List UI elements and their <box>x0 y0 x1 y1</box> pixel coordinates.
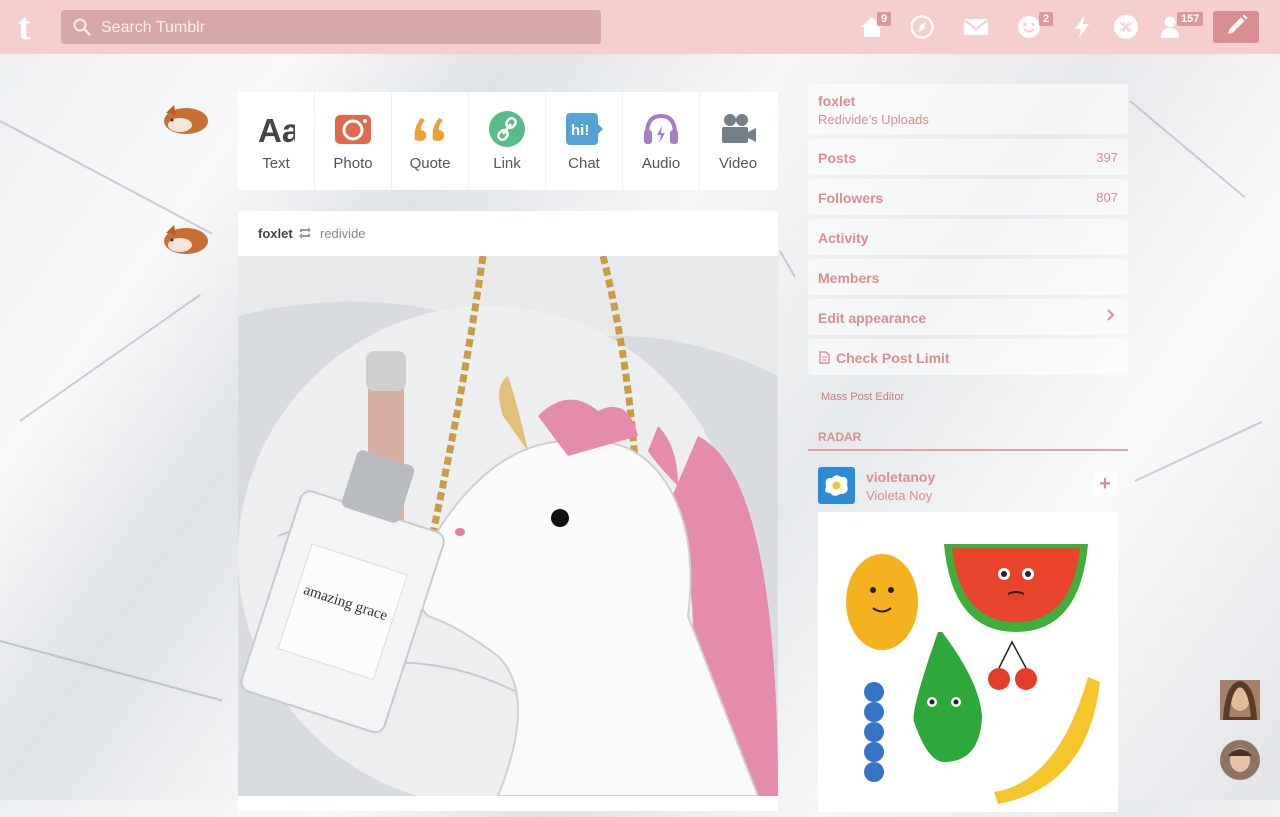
reblogged-from-link[interactable]: redivide <box>320 226 366 241</box>
sidebar-item-members[interactable]: Members <box>808 259 1128 295</box>
sidebar-item-activity[interactable]: Activity <box>808 219 1128 255</box>
dashboard-badge: 9 <box>877 12 892 26</box>
chat-post-button[interactable]: hi! Chat <box>546 92 623 190</box>
radar-avatar[interactable] <box>818 467 855 504</box>
marble-vein <box>779 250 796 278</box>
marble-vein <box>0 640 223 702</box>
post-username[interactable]: foxlet <box>258 226 293 241</box>
radar-username[interactable]: violetanoy <box>866 469 935 485</box>
compass-icon[interactable] <box>908 14 936 40</box>
search-input[interactable] <box>99 10 583 46</box>
post-type-composer: Aa Text Photo Quote Link hi! Chat Audio … <box>238 92 778 190</box>
document-icon <box>819 351 830 364</box>
photo-post-label: Photo <box>333 155 373 172</box>
blog-name: foxlet <box>818 93 856 109</box>
blog-avatar[interactable] <box>158 101 210 137</box>
blog-header-card[interactable]: foxlet Redivide's Uploads <box>808 84 1128 134</box>
sidebar-item-edit-appearance[interactable]: Edit appearance <box>808 299 1128 335</box>
sidebar-item-posts[interactable]: Posts 397 <box>808 139 1128 175</box>
egg-icon <box>825 475 848 496</box>
chat-icon: hi! <box>566 113 603 145</box>
video-post-button[interactable]: Video <box>700 92 776 190</box>
xkit-icon[interactable] <box>1112 14 1140 40</box>
post-photo[interactable]: amazing grace <box>238 255 778 806</box>
posts-count: 397 <box>1096 150 1118 165</box>
link-post-button[interactable]: Link <box>469 92 546 190</box>
post-author-avatar[interactable] <box>158 221 210 257</box>
mass-post-editor-link[interactable]: Mass Post Editor <box>821 391 904 403</box>
marble-vein <box>1129 100 1246 199</box>
svg-text:Aa: Aa <box>258 112 295 148</box>
video-post-label: Video <box>718 155 758 172</box>
link-icon <box>489 111 525 147</box>
activity-badge: 2 <box>1039 12 1054 26</box>
sidebar-item-followers[interactable]: Followers 807 <box>808 179 1128 215</box>
marble-vein <box>1134 420 1263 482</box>
user-photo-avatar <box>1220 680 1260 723</box>
compose-button[interactable] <box>1213 11 1259 43</box>
search-box[interactable] <box>61 10 601 46</box>
video-camera-icon <box>722 114 756 143</box>
quote-post-button[interactable]: Quote <box>392 92 469 190</box>
marble-vein <box>0 120 213 235</box>
chevron-right-icon <box>1107 309 1115 321</box>
camera-icon <box>335 115 371 144</box>
fruit-illustration <box>846 544 1100 804</box>
chat-avatar[interactable] <box>1220 740 1260 780</box>
sidebar-item-label: Activity <box>818 230 869 246</box>
link-post-label: Link <box>493 155 521 172</box>
tumblr-logo-icon[interactable]: t <box>18 8 50 46</box>
followers-count: 807 <box>1096 190 1118 205</box>
radar-heading: RADAR <box>818 430 862 444</box>
unicorn-bag-photo: amazing grace <box>238 255 778 806</box>
chat-post-label: Chat <box>568 155 600 172</box>
mail-icon[interactable] <box>962 14 990 40</box>
text-post-label: Text <box>262 155 290 172</box>
quote-post-label: Quote <box>409 155 451 172</box>
reblog-icon <box>299 227 311 239</box>
post-header: foxlet redivide <box>238 211 778 256</box>
text-post-button[interactable]: Aa Text <box>238 92 315 190</box>
svg-text:hi!: hi! <box>571 122 589 139</box>
top-navigation-bar: t 9 2 157 <box>0 0 1280 54</box>
radar-divider <box>808 449 1128 451</box>
radar-display-name: Violeta Noy <box>866 488 933 503</box>
headphones-icon <box>644 113 678 144</box>
account-badge: 157 <box>1177 12 1204 26</box>
sidebar-item-label: Posts <box>818 150 857 166</box>
sidebar-item-label: Edit appearance <box>818 310 927 326</box>
marble-vein <box>19 293 201 422</box>
audio-post-button[interactable]: Audio <box>623 92 700 190</box>
text-icon: Aa <box>258 112 295 148</box>
dashboard-post: foxlet redivide amazing grace <box>238 211 778 811</box>
blog-title: Redivide's Uploads <box>818 112 929 127</box>
sidebar-item-label: Check Post Limit <box>836 350 950 366</box>
pencil-icon <box>1228 14 1248 34</box>
sidebar-item-check-post-limit[interactable]: Check Post Limit <box>808 339 1128 375</box>
sidebar-item-label: Followers <box>818 190 884 206</box>
user-photo-avatar <box>1220 740 1260 780</box>
photo-post-button[interactable]: Photo <box>315 92 392 190</box>
chat-avatar[interactable] <box>1220 680 1260 723</box>
sidebar-item-label: Members <box>818 270 880 286</box>
radar-follow-button[interactable]: + <box>1093 472 1117 496</box>
lightning-icon[interactable] <box>1068 14 1096 40</box>
quote-icon <box>414 118 445 141</box>
radar-post-image[interactable] <box>818 512 1118 812</box>
audio-post-label: Audio <box>641 155 681 172</box>
search-icon <box>73 18 91 36</box>
